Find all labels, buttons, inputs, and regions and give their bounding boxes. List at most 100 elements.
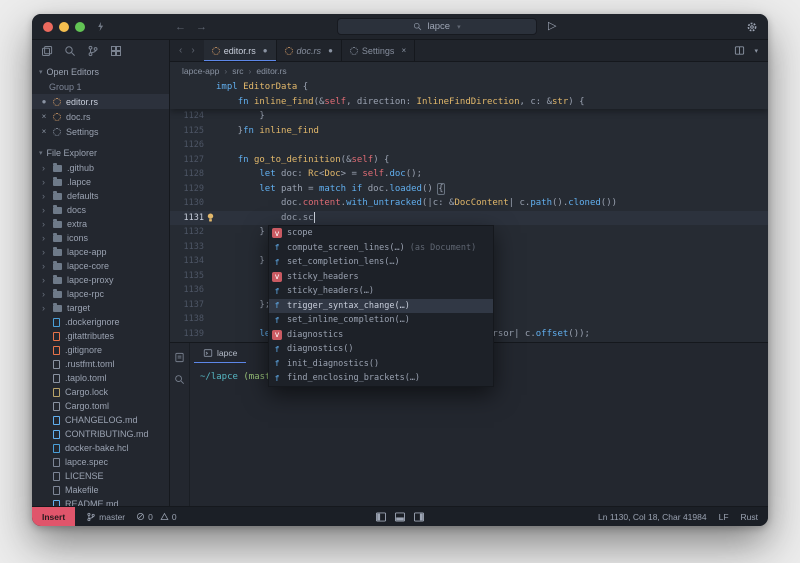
language-mode[interactable]: Rust — [741, 512, 758, 522]
open-editor-doc.rs[interactable]: ×doc.rs — [32, 109, 169, 124]
completion-item-find_enclosing_brackets(…)[interactable]: ffind_enclosing_brackets(…) — [269, 371, 493, 386]
open-editor-Settings[interactable]: ×Settings — [32, 124, 169, 139]
eol-indicator[interactable]: LF — [719, 512, 729, 522]
folder-extra[interactable]: ›extra — [32, 217, 169, 231]
workspace-search-box[interactable]: lapce ▾ — [337, 18, 537, 35]
terminal-tab-lapce[interactable]: lapce — [194, 343, 246, 363]
folder-defaults[interactable]: ›defaults — [32, 189, 169, 203]
tab-forward-icon[interactable]: › — [191, 45, 194, 56]
zoom-window-button[interactable] — [75, 22, 85, 32]
toml-file-icon — [53, 402, 60, 411]
code-line-1126[interactable]: 1126 — [170, 138, 768, 153]
file-README.md[interactable]: README.md — [32, 497, 169, 506]
folder-target[interactable]: ›target — [32, 301, 169, 315]
close-window-button[interactable] — [43, 22, 53, 32]
code-line-1125[interactable]: 1125 }fn inline_find — [170, 124, 768, 139]
modified-dot[interactable]: ● — [328, 46, 333, 55]
split-editor-icon[interactable] — [734, 45, 745, 56]
source-control-icon[interactable] — [87, 45, 99, 57]
folder-icon — [53, 277, 62, 284]
close-icon[interactable]: × — [40, 127, 48, 136]
code-line-1124[interactable]: 1124 } — [170, 109, 768, 124]
completion-kind-function-icon: f — [272, 286, 282, 296]
file-Cargo.lock[interactable]: Cargo.lock — [32, 385, 169, 399]
git-branch-item[interactable]: master — [86, 512, 125, 522]
open-editor-editor.rs[interactable]: ●editor.rs — [32, 94, 169, 109]
file-Makefile[interactable]: Makefile — [32, 483, 169, 497]
file-.rustfmt.toml[interactable]: .rustfmt.toml — [32, 357, 169, 371]
chevron-down-icon[interactable]: ▾ — [754, 47, 758, 55]
folder-lapce-app[interactable]: ›lapce-app — [32, 245, 169, 259]
breadcrumb-item[interactable]: lapce-app — [182, 66, 219, 76]
back-arrow-icon[interactable]: ← — [175, 21, 186, 33]
open-editors-header[interactable]: ▾ Open Editors — [32, 64, 169, 80]
toggle-bottom-panel-icon[interactable] — [395, 512, 406, 522]
file-.dockerignore[interactable]: .dockerignore — [32, 315, 169, 329]
sticky-line[interactable]: fn inline_find(&self, direction: InlineF… — [170, 95, 768, 110]
folder-icons[interactable]: ›icons — [32, 231, 169, 245]
completion-item-init_diagnostics()[interactable]: finit_diagnostics() — [269, 357, 493, 372]
completion-item-sticky_headers(…)[interactable]: fsticky_headers(…) — [269, 284, 493, 299]
file-lapce.spec[interactable]: lapce.spec — [32, 455, 169, 469]
folder-lapce-rpc[interactable]: ›lapce-rpc — [32, 287, 169, 301]
completion-item-sticky_headers[interactable]: vsticky_headers — [269, 270, 493, 285]
folder-docs[interactable]: ›docs — [32, 203, 169, 217]
code-action-slot[interactable] — [204, 212, 216, 223]
code-line-1127[interactable]: 1127 fn go_to_definition(&self) { — [170, 153, 768, 168]
toggle-right-panel-icon[interactable] — [414, 512, 425, 522]
chevron-right-icon: › — [42, 262, 48, 271]
settings-gear-icon[interactable] — [746, 21, 758, 33]
completion-item-set_inline_completion(…)[interactable]: fset_inline_completion(…) — [269, 313, 493, 328]
file-LICENSE[interactable]: LICENSE — [32, 469, 169, 483]
cursor-position[interactable]: Ln 1130, Col 18, Char 41984 — [598, 512, 707, 522]
search-icon[interactable] — [64, 45, 76, 57]
run-button[interactable]: ▷ — [548, 21, 556, 32]
breadcrumb-item[interactable]: editor.rs — [256, 66, 286, 76]
completion-item-set_completion_lens(…)[interactable]: fset_completion_lens(…) — [269, 255, 493, 270]
tab-back-icon[interactable]: ‹ — [179, 45, 182, 56]
extensions-icon[interactable] — [110, 45, 122, 57]
code-line-1130[interactable]: 1130 doc.content.with_untracked(|c: &Doc… — [170, 196, 768, 211]
sticky-line[interactable]: impl EditorData { — [170, 80, 768, 95]
terminal-list-icon[interactable] — [174, 352, 185, 363]
editor-tab-doc.rs[interactable]: doc.rs● — [277, 40, 342, 61]
folder-.lapce[interactable]: ›.lapce — [32, 175, 169, 189]
completion-item-scope[interactable]: vscope — [269, 226, 493, 241]
breadcrumb-item[interactable]: src — [232, 66, 243, 76]
file-Cargo.toml[interactable]: Cargo.toml — [32, 399, 169, 413]
panel-search-icon[interactable] — [174, 374, 185, 385]
editor-tab-Settings[interactable]: Settings× — [342, 40, 415, 61]
completion-item-trigger_syntax_change(…)[interactable]: ftrigger_syntax_change(…) — [269, 299, 493, 314]
file-.taplo.toml[interactable]: .taplo.toml — [32, 371, 169, 385]
completion-item-diagnostics[interactable]: vdiagnostics — [269, 328, 493, 343]
minimize-window-button[interactable] — [59, 22, 69, 32]
file-.gitattributes[interactable]: .gitattributes — [32, 329, 169, 343]
file-.gitignore[interactable]: .gitignore — [32, 343, 169, 357]
completion-item-diagnostics()[interactable]: fdiagnostics() — [269, 342, 493, 357]
sidebar-scroll[interactable]: ▾ Open Editors Group 1 ●editor.rs×doc.rs… — [32, 62, 169, 506]
folder-lapce-proxy[interactable]: ›lapce-proxy — [32, 273, 169, 287]
forward-arrow-icon[interactable]: → — [196, 21, 207, 33]
modified-dot[interactable]: ● — [40, 97, 48, 106]
editor-tab-editor.rs[interactable]: editor.rs● — [204, 40, 277, 61]
open-editors-icon[interactable] — [41, 45, 53, 57]
file-CHANGELOG.md[interactable]: CHANGELOG.md — [32, 413, 169, 427]
folder-.github[interactable]: ›.github — [32, 161, 169, 175]
code-line-1129[interactable]: 1129 let path = match if doc.loaded() { — [170, 182, 768, 197]
file-docker-bake.hcl[interactable]: docker-bake.hcl — [32, 441, 169, 455]
remote-connection-icon[interactable] — [95, 21, 106, 32]
toggle-left-panel-icon[interactable] — [376, 512, 387, 522]
file-CONTRIBUTING.md[interactable]: CONTRIBUTING.md — [32, 427, 169, 441]
file-explorer-header[interactable]: ▾ File Explorer — [32, 145, 169, 161]
modified-dot[interactable]: ● — [263, 46, 268, 55]
diagnostics-item[interactable]: 0 0 — [136, 512, 176, 522]
chevron-down-icon: ▾ — [39, 68, 43, 76]
folder-lapce-core[interactable]: ›lapce-core — [32, 259, 169, 273]
terminal-prompt-path: ~/lapce — [200, 372, 238, 382]
close-icon[interactable]: × — [40, 112, 48, 121]
code-line-1131[interactable]: 1131 doc.sc — [170, 211, 768, 226]
editor-mode-badge[interactable]: Insert — [32, 507, 75, 526]
completion-item-compute_screen_lines(…)[interactable]: fcompute_screen_lines(…) (as Document) — [269, 241, 493, 256]
code-line-1128[interactable]: 1128 let doc: Rc<Doc> = self.doc(); — [170, 167, 768, 182]
close-icon[interactable]: × — [401, 46, 406, 55]
